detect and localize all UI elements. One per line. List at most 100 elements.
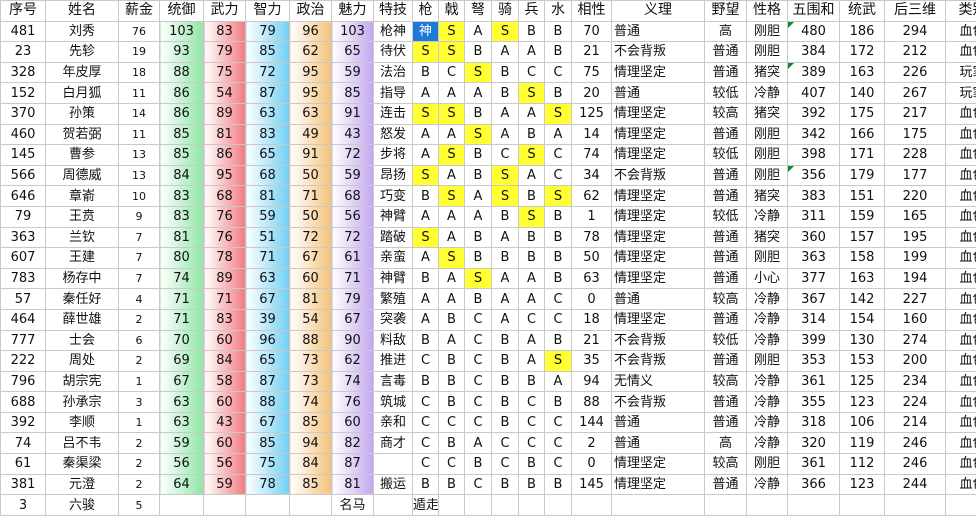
cell[interactable]: C: [545, 165, 572, 186]
cell[interactable]: 较高: [705, 103, 747, 124]
cell[interactable]: 70: [160, 330, 204, 351]
cell[interactable]: 356: [788, 165, 840, 186]
cell[interactable]: B: [519, 474, 545, 495]
cell[interactable]: 460: [1, 124, 46, 145]
cell[interactable]: 情理坚定: [612, 103, 705, 124]
cell[interactable]: 63: [246, 268, 290, 289]
cell[interactable]: 154: [840, 309, 885, 330]
cell[interactable]: 高: [705, 21, 747, 42]
cell[interactable]: 79: [1, 206, 46, 227]
cell[interactable]: 筑城: [374, 392, 413, 413]
cell[interactable]: 较低: [705, 145, 747, 166]
cell[interactable]: 21: [572, 330, 612, 351]
cell[interactable]: 0: [572, 454, 612, 475]
cell[interactable]: 56: [204, 454, 246, 475]
cell[interactable]: 士会: [46, 330, 119, 351]
cell[interactable]: 67: [290, 248, 332, 269]
cell[interactable]: 355: [788, 392, 840, 413]
cell[interactable]: B: [545, 206, 572, 227]
cell[interactable]: 7: [119, 248, 160, 269]
cell[interactable]: 普通: [705, 186, 747, 207]
cell[interactable]: B: [519, 248, 545, 269]
cell[interactable]: 76: [119, 21, 160, 42]
cell[interactable]: 85: [246, 433, 290, 454]
cell[interactable]: 294: [885, 21, 946, 42]
cell[interactable]: 78: [204, 248, 246, 269]
cell[interactable]: A: [519, 165, 545, 186]
cell[interactable]: S: [413, 227, 439, 248]
cell[interactable]: 6: [119, 330, 160, 351]
cell[interactable]: 384: [788, 42, 840, 63]
cell[interactable]: 言毒: [374, 371, 413, 392]
cell[interactable]: S: [465, 62, 492, 83]
cell[interactable]: 情理坚定: [612, 62, 705, 83]
cell[interactable]: 112: [840, 454, 885, 475]
cell[interactable]: 145: [572, 474, 612, 495]
cell[interactable]: 不会背叛: [612, 165, 705, 186]
cell[interactable]: 血色: [946, 42, 976, 63]
cell[interactable]: 72: [332, 227, 374, 248]
cell[interactable]: [439, 495, 465, 516]
cell[interactable]: 43: [204, 412, 246, 433]
cell[interactable]: 392: [788, 103, 840, 124]
cell[interactable]: 224: [885, 392, 946, 413]
cell[interactable]: B: [413, 371, 439, 392]
cell[interactable]: 125: [840, 371, 885, 392]
cell[interactable]: C: [545, 433, 572, 454]
cell[interactable]: A: [492, 124, 519, 145]
cell[interactable]: 情理坚定: [612, 268, 705, 289]
column-header[interactable]: 统武: [840, 1, 885, 22]
column-header[interactable]: 骑: [492, 1, 519, 22]
cell[interactable]: A: [439, 83, 465, 104]
cell[interactable]: B: [413, 186, 439, 207]
cell[interactable]: 76: [204, 206, 246, 227]
cell[interactable]: 71: [160, 309, 204, 330]
cell[interactable]: A: [465, 433, 492, 454]
cell[interactable]: 情理坚定: [612, 227, 705, 248]
cell[interactable]: 3: [119, 392, 160, 413]
cell[interactable]: 63: [572, 268, 612, 289]
column-header[interactable]: 义理: [612, 1, 705, 22]
cell[interactable]: 367: [788, 289, 840, 310]
cell[interactable]: [374, 454, 413, 475]
cell[interactable]: 480: [788, 21, 840, 42]
cell[interactable]: B: [465, 454, 492, 475]
cell[interactable]: 220: [885, 186, 946, 207]
column-header[interactable]: 性格: [747, 1, 788, 22]
cell[interactable]: S: [413, 103, 439, 124]
cell[interactable]: B: [439, 474, 465, 495]
cell[interactable]: 刚胆: [747, 145, 788, 166]
cell[interactable]: B: [545, 268, 572, 289]
cell[interactable]: 106: [840, 412, 885, 433]
cell[interactable]: 360: [788, 227, 840, 248]
cell[interactable]: B: [545, 227, 572, 248]
cell[interactable]: 贺若弼: [46, 124, 119, 145]
column-header[interactable]: 姓名: [46, 1, 119, 22]
cell[interactable]: 70: [572, 21, 612, 42]
cell[interactable]: 214: [885, 412, 946, 433]
cell[interactable]: 172: [840, 42, 885, 63]
cell[interactable]: S: [492, 186, 519, 207]
cell[interactable]: S: [439, 42, 465, 63]
cell[interactable]: 81: [160, 227, 204, 248]
cell[interactable]: 62: [290, 42, 332, 63]
cell[interactable]: A: [439, 227, 465, 248]
cell[interactable]: 冷静: [747, 474, 788, 495]
cell[interactable]: 胡宗宪: [46, 371, 119, 392]
cell[interactable]: 普通: [705, 474, 747, 495]
cell[interactable]: 361: [788, 454, 840, 475]
cell[interactable]: 68: [204, 186, 246, 207]
cell[interactable]: C: [413, 351, 439, 372]
cell[interactable]: 冷静: [747, 392, 788, 413]
column-header[interactable]: 五围和: [788, 1, 840, 22]
cell[interactable]: 87: [246, 83, 290, 104]
cell[interactable]: 2: [119, 474, 160, 495]
cell[interactable]: 11: [119, 83, 160, 104]
cell[interactable]: 318: [788, 412, 840, 433]
cell[interactable]: B: [545, 248, 572, 269]
cell[interactable]: 157: [840, 227, 885, 248]
cell[interactable]: 年皮厚: [46, 62, 119, 83]
cell[interactable]: 昂扬: [374, 165, 413, 186]
cell[interactable]: B: [439, 309, 465, 330]
cell[interactable]: 177: [885, 165, 946, 186]
